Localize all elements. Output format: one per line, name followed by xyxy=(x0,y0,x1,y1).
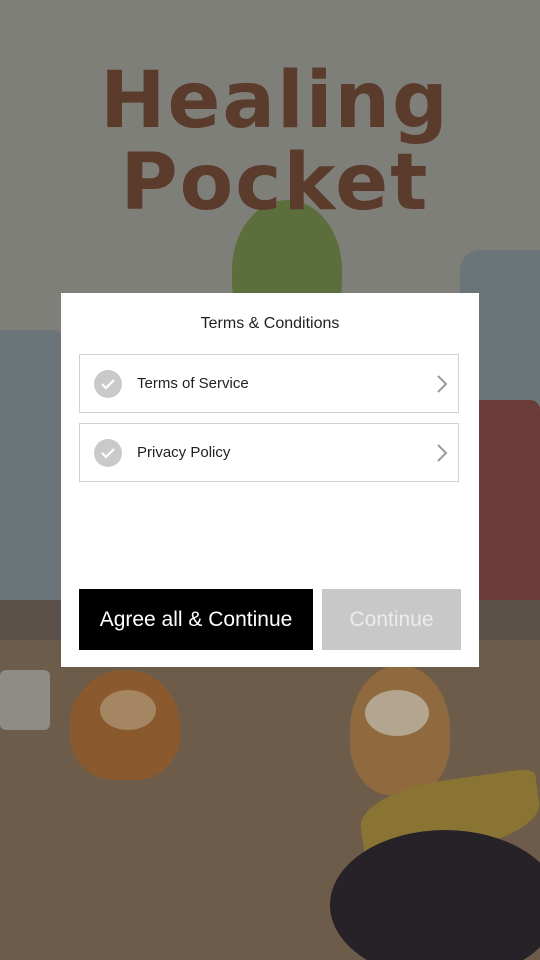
terms-dialog: Terms & Conditions Terms of Service Priv… xyxy=(61,293,479,667)
dialog-title: Terms & Conditions xyxy=(200,315,340,332)
chevron-right-icon xyxy=(436,444,448,466)
check-icon[interactable] xyxy=(94,370,122,398)
background-box xyxy=(470,400,540,620)
terms-of-service-row[interactable]: Terms of Service xyxy=(79,354,459,413)
continue-button[interactable]: Continue xyxy=(322,589,461,650)
tiger-face xyxy=(365,690,429,736)
privacy-policy-row[interactable]: Privacy Policy xyxy=(79,423,459,482)
terms-of-service-label: Terms of Service xyxy=(137,375,249,392)
agree-all-continue-button[interactable]: Agree all & Continue xyxy=(79,589,313,650)
game-logo: Healing Pocket xyxy=(100,56,450,228)
privacy-policy-label: Privacy Policy xyxy=(137,444,231,461)
fox-face xyxy=(100,690,156,730)
background-jar-left xyxy=(0,330,70,630)
check-icon[interactable] xyxy=(94,439,122,467)
background-sugar-cube xyxy=(0,670,50,730)
chevron-right-icon xyxy=(436,375,448,397)
